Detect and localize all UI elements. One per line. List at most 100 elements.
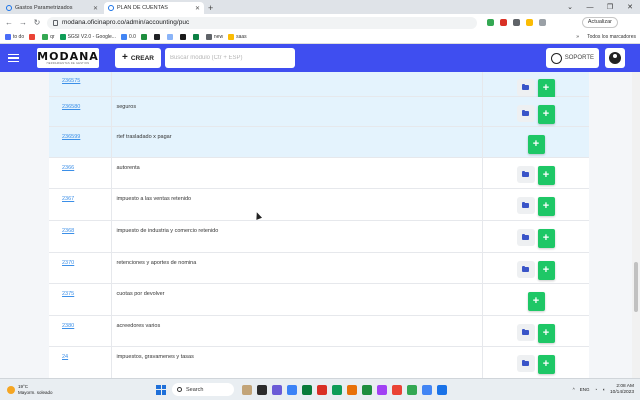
taskbar-app-icon[interactable] [362, 384, 372, 395]
language-indicator[interactable]: ENG [580, 387, 590, 392]
add-subaccount-button[interactable]: + [537, 166, 555, 185]
module-search-input[interactable] [164, 48, 295, 68]
bookmark-item[interactable]: qr [42, 34, 55, 40]
table-row[interactable]: 2367 impuesto a las ventas retenido + [49, 188, 589, 221]
table-row[interactable]: 2370 retenciones y aportes de nomina + [49, 252, 589, 284]
account-code-link[interactable]: 236599 [62, 134, 80, 140]
taskbar-app-icon[interactable] [347, 384, 357, 395]
bookmark-item[interactable]: SGSI V2.0 - Google... [59, 34, 116, 40]
tray-chevron-icon[interactable]: ^ [573, 387, 575, 392]
back-icon[interactable]: ← [5, 18, 13, 27]
forward-icon[interactable]: → [19, 18, 27, 27]
account-code-link[interactable]: 236575 [62, 78, 80, 84]
table-row[interactable]: 2375 cuotas por devolver + [49, 283, 589, 316]
add-subaccount-button[interactable]: + [537, 355, 555, 374]
add-subaccount-button[interactable]: + [537, 261, 555, 280]
windows-start-icon[interactable] [156, 384, 166, 395]
tab-close-icon[interactable]: ✕ [195, 5, 200, 12]
account-code-link[interactable]: 2370 [62, 260, 74, 266]
taskbar-search[interactable]: Search [172, 383, 234, 396]
table-row[interactable]: 236575 + [49, 72, 589, 98]
menu-icon[interactable] [0, 53, 26, 63]
taskbar-app-icon[interactable] [287, 384, 297, 395]
open-folder-button[interactable] [516, 79, 535, 96]
scrollbar-thumb[interactable] [634, 262, 638, 312]
extension-icon[interactable] [500, 19, 507, 26]
support-button[interactable]: SOPORTE [545, 48, 599, 68]
brand-logo[interactable]: MODANA HERRAMIENTAS DE GESTION [37, 48, 99, 68]
bookmark-item[interactable] [192, 34, 201, 40]
taskbar-app-icon[interactable] [437, 384, 447, 395]
new-tab-button[interactable]: + [208, 2, 213, 14]
profile-icon[interactable] [539, 19, 546, 26]
minimize-button[interactable]: — [580, 4, 600, 11]
add-subaccount-button[interactable]: + [537, 197, 555, 216]
bookmark-item[interactable]: 0.0 [120, 34, 136, 40]
maximize-button[interactable]: ❐ [600, 3, 620, 11]
tab-search-icon[interactable]: ⌄ [560, 3, 580, 11]
add-subaccount-button[interactable]: + [537, 79, 555, 98]
taskbar-app-icon[interactable] [377, 384, 387, 395]
add-subaccount-button[interactable]: + [527, 135, 545, 154]
account-code-link[interactable]: 24 [62, 354, 68, 360]
extension-icon[interactable] [526, 19, 533, 26]
table-row[interactable]: 236599 rtef trasladado x pagar + [49, 126, 589, 158]
open-folder-button[interactable] [516, 324, 535, 341]
add-subaccount-button[interactable]: + [527, 292, 545, 311]
weather-widget[interactable]: 19°C Mayorm. soleado [0, 384, 150, 396]
open-folder-button[interactable] [516, 229, 535, 246]
table-row[interactable]: 236580 seguros + [49, 96, 589, 127]
taskbar-app-icon[interactable] [317, 384, 327, 395]
add-subaccount-button[interactable]: + [537, 324, 555, 343]
clock[interactable]: 2:08 AM 10/14/2023 [610, 384, 634, 396]
user-account-button[interactable] [605, 48, 625, 68]
page-scrollbar[interactable] [632, 72, 640, 378]
taskbar-app-icon[interactable] [302, 384, 312, 395]
bookmarks-overflow-icon[interactable]: » [576, 34, 579, 40]
open-folder-button[interactable] [516, 261, 535, 278]
open-folder-button[interactable] [516, 166, 535, 183]
extension-icon[interactable] [487, 19, 494, 26]
create-button[interactable]: + CREAR [115, 48, 161, 68]
bookmark-item[interactable]: to do [5, 34, 24, 40]
wifi-icon[interactable]: ◔ [595, 387, 598, 392]
bookmark-item[interactable] [29, 34, 37, 40]
table-row[interactable]: 2368 impuesto de industria y comercio ret… [49, 220, 589, 253]
account-code-link[interactable]: 236580 [62, 104, 80, 110]
open-folder-button[interactable] [516, 197, 535, 214]
taskbar-app-icon[interactable] [242, 384, 252, 395]
tab-plan-de-cuentas[interactable]: PLAN DE CUENTAS ✕ [104, 2, 204, 14]
taskbar-app-icon[interactable] [257, 384, 267, 395]
tab-gastos[interactable]: Gastos Parametrizados ✕ [2, 2, 102, 14]
reload-icon[interactable]: ↻ [33, 18, 41, 27]
account-code-link[interactable]: 2375 [62, 291, 74, 297]
account-code-link[interactable]: 2380 [62, 323, 74, 329]
open-folder-button[interactable] [516, 105, 535, 122]
volume-icon[interactable]: ◖ [602, 387, 605, 392]
bookmark-item[interactable] [140, 34, 149, 40]
extension-icon[interactable] [513, 19, 520, 26]
bookmark-item[interactable]: new [205, 34, 223, 40]
taskbar-app-icon[interactable] [392, 384, 402, 395]
taskbar-app-icon[interactable] [272, 384, 282, 395]
taskbar-app-icon[interactable] [407, 384, 417, 395]
close-window-button[interactable]: ✕ [620, 3, 640, 11]
table-row[interactable]: 24 impuestos, gravamenes y tasas + [49, 346, 589, 378]
update-button[interactable]: Actualizar [581, 17, 618, 28]
open-folder-button[interactable] [516, 355, 535, 372]
bookmark-item[interactable]: saas [228, 34, 247, 40]
bookmark-item[interactable] [153, 34, 162, 40]
bookmark-item[interactable] [166, 34, 175, 40]
bookmark-item[interactable] [179, 34, 188, 40]
taskbar-app-icon[interactable] [422, 384, 432, 395]
add-subaccount-button[interactable]: + [537, 105, 555, 124]
account-code-link[interactable]: 2367 [62, 196, 74, 202]
address-bar[interactable]: modana.oficinapro.co/admin/accounting/pu… [47, 16, 477, 29]
table-row[interactable]: 2366 autorenta + [49, 157, 589, 189]
account-code-link[interactable]: 2368 [62, 228, 74, 234]
tab-close-icon[interactable]: ✕ [93, 5, 98, 12]
table-row[interactable]: 2380 acreedores varios + [49, 315, 589, 347]
all-bookmarks-link[interactable]: Todos los marcadores [587, 34, 636, 40]
account-code-link[interactable]: 2366 [62, 165, 74, 171]
add-subaccount-button[interactable]: + [537, 229, 555, 248]
